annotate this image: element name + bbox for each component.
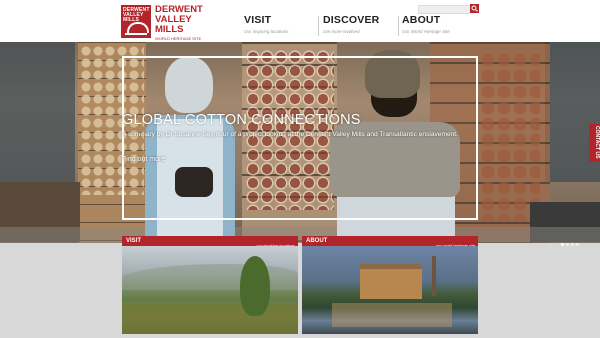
nav-visit[interactable]: VISIT Our inspiring locations [244,14,289,40]
hero-floor [0,227,600,243]
nav-visit-sub: Our inspiring locations [244,29,289,34]
carousel-dot[interactable] [576,243,579,246]
carousel-dot[interactable] [561,243,564,246]
search-input[interactable] [418,5,471,14]
contact-tab-label: CONTACT US [594,126,600,159]
hero-find-out-more-link[interactable]: Find out more [122,156,165,163]
logo-emblem-text: DERWENT VALLEY MILLS [123,7,150,23]
card-title: ABOUT [306,238,328,244]
site-logo[interactable]: DERWENT VALLEY MILLS DERWENT VALLEY MILL… [121,4,211,41]
card-about[interactable]: ABOUT our world heritage site [302,236,478,334]
carousel-dot[interactable] [571,243,574,246]
hero-spools [480,52,540,222]
search-button[interactable] [470,4,479,13]
card-image-mill [302,246,478,334]
site-header: DERWENT VALLEY MILLS DERWENT VALLEY MILL… [0,0,600,42]
nav-about[interactable]: ABOUT Our World Heritage Site [402,14,450,40]
card-header: ABOUT our world heritage site [302,236,478,248]
hero-title: GLOBAL COTTON CONNECTIONS [122,112,361,128]
card-image-landscape [122,246,298,334]
nav-discover-label: DISCOVER [323,14,380,26]
nav-about-label: ABOUT [402,14,441,26]
nav-discover[interactable]: DISCOVER Get more involved [323,14,379,40]
nav-divider [318,16,319,36]
wheel-icon [127,22,149,33]
carousel-dots [561,233,581,251]
contact-tab[interactable]: CONTACT US [589,124,600,162]
nav-visit-label: VISIT [244,14,272,26]
logo-tagline: WORLD HERITAGE SITE [155,36,202,41]
hero-description: A summary by Dr Susanne Seymour of a pro… [122,131,458,138]
card-title: VISIT [126,238,142,244]
carousel-dot[interactable] [566,243,569,246]
logo-emblem: DERWENT VALLEY MILLS [121,5,151,38]
search-icon [471,5,478,12]
hero-window [0,42,75,182]
logo-name: DERWENT VALLEY MILLS [155,4,203,35]
card-visit[interactable]: VISIT our inspiring locations [122,236,298,334]
card-header: VISIT our inspiring locations [122,236,298,248]
nav-about-sub: Our World Heritage Site [402,29,450,34]
nav-divider [398,16,399,36]
nav-discover-sub: Get more involved [323,29,360,34]
